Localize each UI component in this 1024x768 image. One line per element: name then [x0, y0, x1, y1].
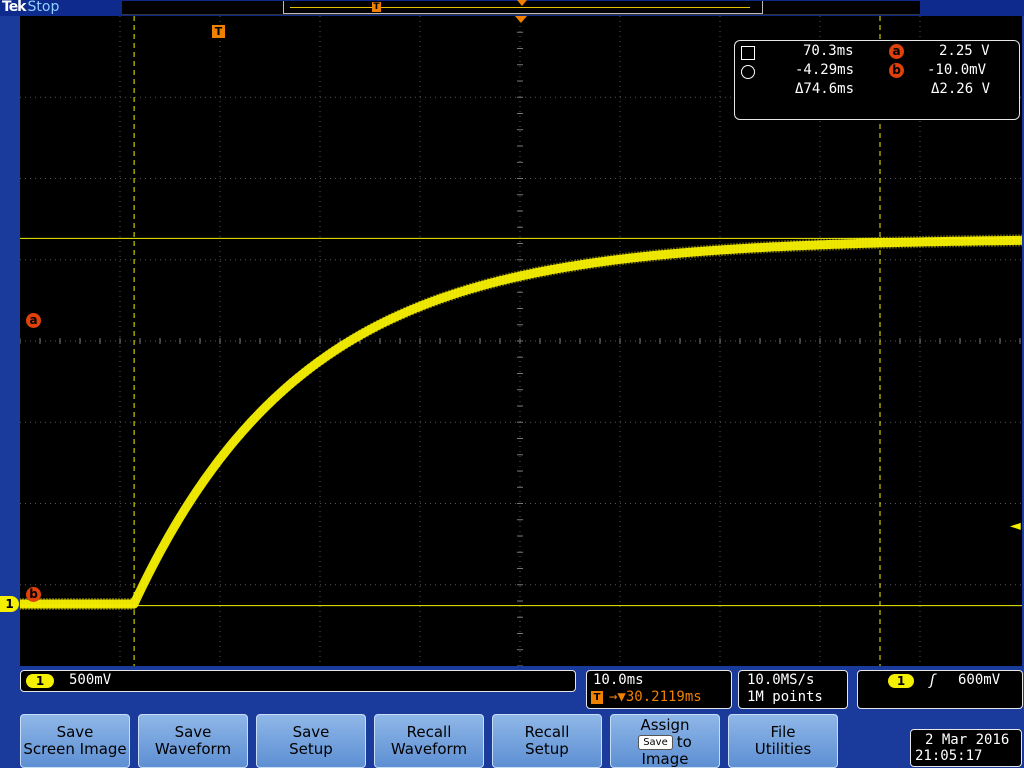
time-cursor-1-value: 70.3ms: [803, 43, 854, 59]
cursor-readout: 70.3ms -4.29ms Δ74.6ms a b 2.25 V -10.0m…: [734, 40, 1020, 120]
cursor-b-badge[interactable]: b: [26, 587, 41, 602]
recall-waveform-button[interactable]: Recall Waveform: [374, 714, 484, 768]
button-line-1: Save: [292, 723, 330, 741]
button-line-3: Image: [641, 750, 689, 768]
delta-time-value: Δ74.6ms: [795, 81, 855, 97]
channel-1-pill: 1: [26, 674, 54, 688]
save-key-icon: Save: [638, 735, 673, 750]
button-line-2: Screen Image: [23, 740, 127, 758]
recall-setup-button[interactable]: Recall Setup: [492, 714, 602, 768]
sample-rate: 10.0MS/s: [747, 672, 815, 688]
square-cursor-icon: [741, 46, 755, 60]
channel-1-scale: 500mV: [69, 672, 112, 688]
record-view-line: [290, 7, 750, 8]
button-line-1: Save: [56, 723, 94, 741]
brand-run-state: Tek Stop: [2, 0, 59, 15]
record-trigger-marker: T: [372, 2, 381, 12]
date: 2 Mar 2016: [925, 732, 1010, 748]
trigger-status[interactable]: 1 ʃ 600mV: [857, 670, 1023, 709]
expansion-point-marker-icon: [515, 16, 527, 23]
button-line-2: Waveform: [154, 740, 232, 758]
volt-cursor-b-value: -10.0mV: [927, 62, 987, 78]
button-line-2: Waveform: [390, 740, 468, 758]
horizontal-scale: 10.0ms: [593, 672, 644, 688]
volt-cursor-a-value: 2.25 V: [939, 43, 990, 59]
button-line-2: Utilities: [754, 740, 812, 758]
button-line-1: File: [770, 723, 796, 741]
time-cursor-2-value: -4.29ms: [795, 62, 855, 78]
button-line-1: Save: [174, 723, 212, 741]
delta-volt-value: Δ2.26 V: [931, 81, 991, 97]
circle-cursor-icon: [741, 65, 755, 79]
button-line-1: Recall: [524, 723, 570, 741]
rising-edge-icon: ʃ: [928, 671, 938, 689]
cursor-a-badge[interactable]: a: [26, 313, 41, 328]
trigger-source-pill: 1: [888, 674, 914, 688]
brand-logo: Tek: [2, 0, 26, 15]
date-time-display: 2 Mar 2016 21:05:17: [910, 729, 1022, 767]
file-utilities-button[interactable]: File Utilities: [728, 714, 838, 768]
time: 21:05:17: [915, 748, 983, 764]
record-length: 1M points: [747, 689, 823, 705]
readout-b-badge: b: [889, 63, 904, 78]
channel-1-status[interactable]: 1 500mV: [20, 670, 576, 692]
timebase-status[interactable]: 10.0ms T →▼30.2119ms: [586, 670, 732, 709]
save-screen-image-button[interactable]: Save Screen Image: [20, 714, 130, 768]
run-state: Stop: [27, 0, 60, 15]
save-setup-button[interactable]: Save Setup: [256, 714, 366, 768]
timebase-trigger-icon: T: [591, 691, 603, 704]
horizontal-delay: →▼30.2119ms: [609, 689, 702, 705]
acquisition-status[interactable]: 10.0MS/s 1M points: [738, 670, 848, 709]
trigger-level-marker-icon[interactable]: ◄: [1010, 518, 1021, 534]
save-waveform-button[interactable]: Save Waveform: [138, 714, 248, 768]
button-to-text: to: [676, 733, 692, 751]
readout-a-badge: a: [889, 44, 904, 59]
trigger-position-marker[interactable]: T: [212, 25, 225, 38]
record-center-marker-icon: [517, 0, 527, 6]
assign-save-button[interactable]: Assign Save to Image: [610, 714, 720, 768]
channel-1-ground-marker[interactable]: 1: [0, 596, 19, 612]
button-line-2: Save to: [611, 734, 719, 751]
button-line-1: Assign: [640, 716, 690, 734]
button-line-2: Setup: [525, 740, 569, 758]
trigger-level: 600mV: [958, 672, 1001, 688]
button-line-1: Recall: [406, 723, 452, 741]
button-line-2: Setup: [289, 740, 333, 758]
